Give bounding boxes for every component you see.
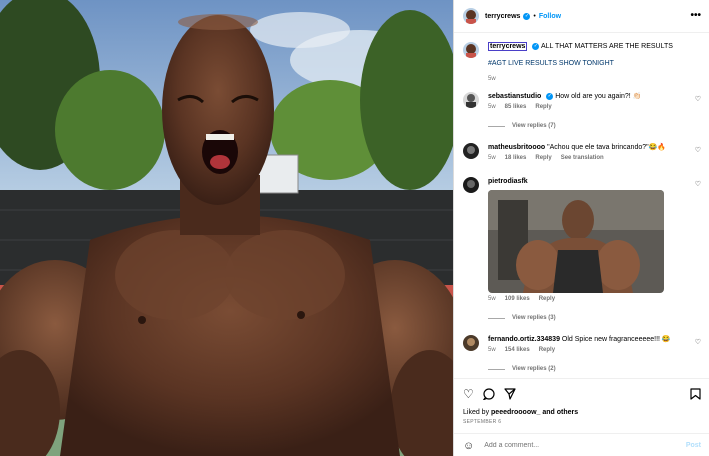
caption-username[interactable]: terrycrews	[488, 42, 528, 51]
replies-line	[488, 368, 505, 370]
reply-button[interactable]: Reply	[539, 347, 555, 353]
comment-item: matheusbritoooo "Achou que ele tava brin…	[463, 143, 701, 161]
comment-input[interactable]	[484, 442, 665, 449]
view-replies-button[interactable]: View replies (2)	[488, 366, 556, 372]
caption: terrycrews ✓ ALL THAT MATTERS ARE THE RE…	[463, 42, 701, 82]
add-comment-bar: ☺ Post	[454, 433, 709, 456]
comment-time: 5w	[488, 347, 496, 353]
post-button[interactable]: Post	[686, 442, 701, 449]
comment-image[interactable]	[488, 190, 664, 293]
reply-button[interactable]: Reply	[535, 155, 551, 161]
post-panel: terrycrews ✓ • Follow ••• terrycrews ✓ A…	[453, 0, 709, 456]
replies-line	[488, 125, 505, 127]
more-icon[interactable]: •••	[690, 10, 701, 21]
replies-line	[488, 317, 505, 319]
comment-username[interactable]: pietrodiasfk	[488, 178, 528, 185]
separator-dot: •	[533, 12, 536, 20]
view-replies-label: View replies (2)	[512, 366, 556, 372]
comment-item: sebastianstudio ✓ How old are you again?…	[463, 92, 701, 110]
liked-by-user[interactable]: peeedroooow_	[491, 409, 540, 416]
view-replies-label: View replies (3)	[512, 315, 556, 321]
comment-text: "Achou que ele tava brincando?"😂🔥	[547, 144, 667, 151]
comment-username[interactable]: fernando.ortiz.334839	[488, 336, 560, 343]
commenter-avatar[interactable]	[463, 92, 479, 108]
verified-icon: ✓	[532, 42, 540, 50]
comment-item: pietrodiasfk 5w 109 likes Reply ♡	[463, 177, 701, 302]
comment-heart-icon[interactable]: ♡	[695, 180, 701, 188]
comment-heart-icon[interactable]: ♡	[695, 146, 701, 154]
comment-image-graphic	[488, 190, 664, 293]
comment-heart-icon[interactable]: ♡	[695, 95, 701, 103]
liked-by-others[interactable]: and others	[540, 409, 578, 416]
post-date: SEPTEMBER 6	[463, 419, 502, 425]
liked-by-prefix: Liked by	[463, 409, 492, 416]
comment-time: 5w	[488, 296, 496, 302]
comment-icon[interactable]	[482, 388, 495, 402]
verified-icon: ✓	[523, 12, 531, 20]
follow-button[interactable]: Follow	[539, 13, 561, 20]
view-replies-label: View replies (7)	[512, 123, 556, 129]
comment-likes[interactable]: 154 likes	[505, 347, 530, 353]
caption-time: 5w	[488, 76, 496, 82]
commenter-avatar[interactable]	[463, 143, 479, 159]
caption-hashtag[interactable]: #AGT LIVE RESULTS SHOW TONIGHT	[488, 59, 687, 68]
comment-likes[interactable]: 18 likes	[505, 155, 527, 161]
comment-likes[interactable]: 109 likes	[505, 296, 530, 302]
post-actions: ♡ Liked by peeedroooow_ and others SEPTE…	[454, 378, 709, 456]
comment-likes[interactable]: 85 likes	[505, 104, 527, 110]
liked-by: Liked by peeedroooow_ and others	[463, 409, 578, 416]
commenter-avatar[interactable]	[463, 335, 479, 351]
comment-heart-icon[interactable]: ♡	[695, 338, 701, 346]
share-icon[interactable]	[504, 388, 516, 402]
comment-username[interactable]: matheusbritoooo	[488, 144, 545, 151]
emoji-icon[interactable]: ☺	[463, 440, 474, 452]
reply-button[interactable]: Reply	[535, 104, 551, 110]
commenter-avatar[interactable]	[463, 177, 479, 193]
author-username[interactable]: terrycrews	[485, 13, 520, 20]
post-header: terrycrews ✓ • Follow •••	[454, 0, 709, 33]
comment-text: How old are you again?! 👏🏻	[555, 93, 642, 100]
see-translation-button[interactable]: See translation	[561, 155, 604, 161]
post-photo-image	[0, 0, 453, 456]
view-replies-button[interactable]: View replies (7)	[488, 123, 556, 129]
post-photo[interactable]	[0, 0, 453, 456]
save-icon[interactable]	[690, 388, 701, 402]
comment-time: 5w	[488, 155, 496, 161]
caption-avatar[interactable]	[463, 42, 479, 58]
comment-time: 5w	[488, 104, 496, 110]
view-replies-button[interactable]: View replies (3)	[488, 315, 556, 321]
comment-item: fernando.ortiz.334839 Old Spice new frag…	[463, 335, 701, 353]
comments-list[interactable]: terrycrews ✓ ALL THAT MATTERS ARE THE RE…	[454, 33, 709, 378]
verified-icon: ✓	[546, 92, 554, 100]
heart-icon[interactable]: ♡	[463, 388, 474, 402]
author-avatar[interactable]	[463, 8, 479, 24]
caption-text: ALL THAT MATTERS ARE THE RESULTS	[540, 43, 673, 50]
comment-text: Old Spice new fragranceeeee!!! 😂	[561, 336, 671, 343]
comment-username[interactable]: sebastianstudio	[488, 93, 541, 100]
reply-button[interactable]: Reply	[539, 296, 555, 302]
